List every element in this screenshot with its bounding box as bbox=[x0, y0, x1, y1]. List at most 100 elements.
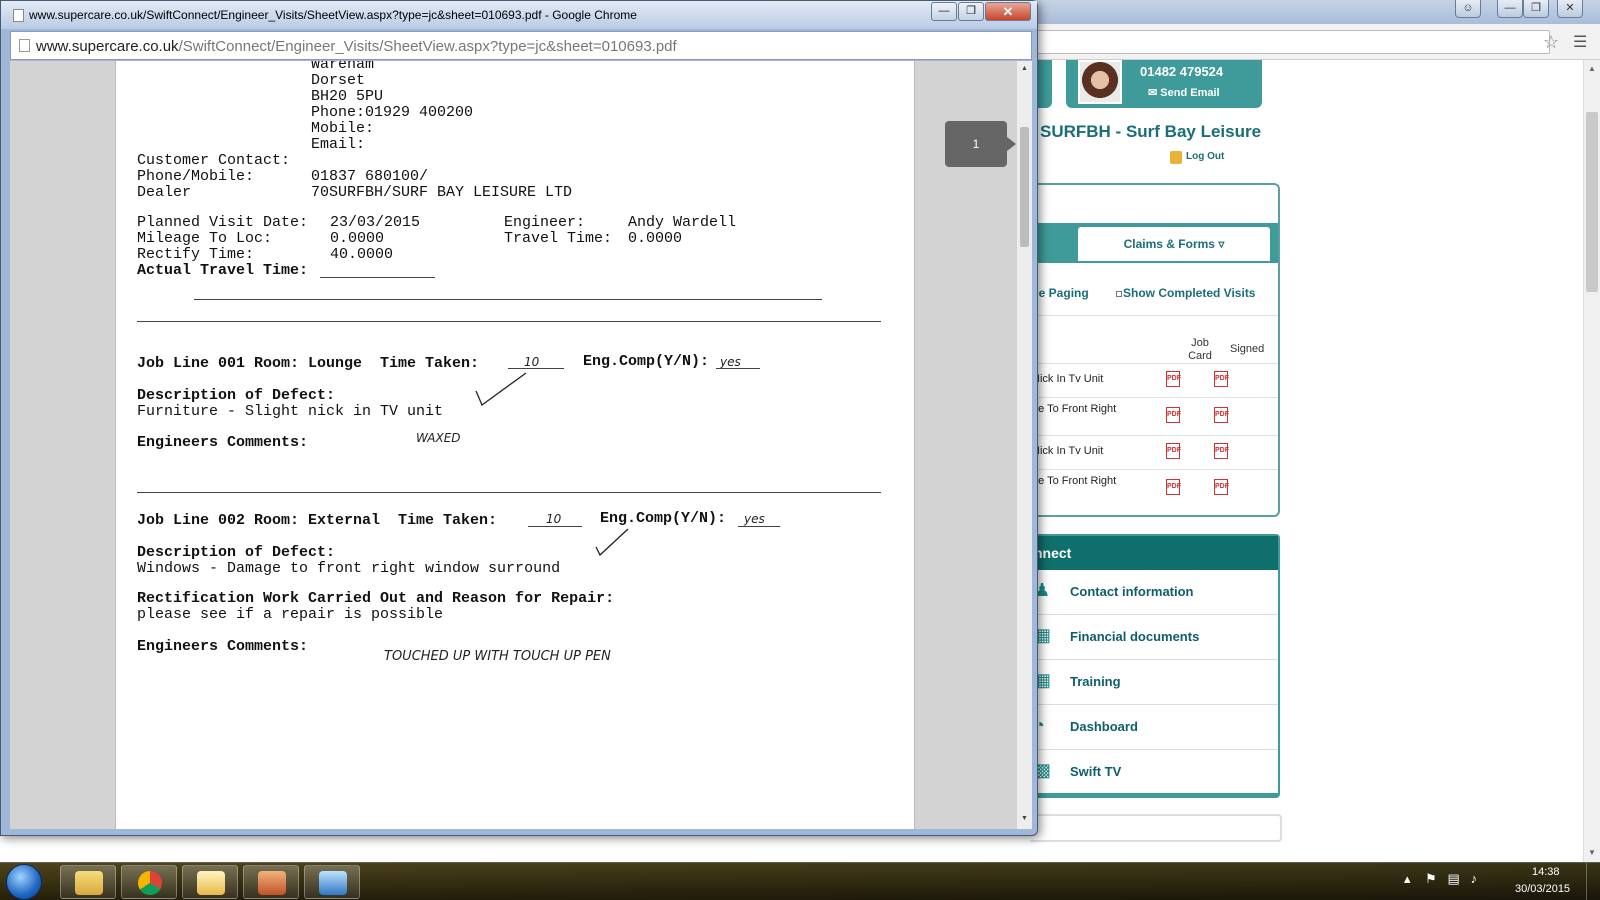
pdf-icon[interactable]: PDF bbox=[1214, 479, 1229, 495]
lock-icon[interactable] bbox=[1170, 151, 1182, 164]
logout-link[interactable]: Log Out bbox=[1186, 151, 1224, 162]
engineer-label: Engineer: bbox=[504, 214, 586, 231]
remote-desktop-icon bbox=[319, 871, 347, 895]
nav-financial-documents[interactable]: ▦ Financial documents bbox=[1030, 615, 1278, 660]
pdf-icon[interactable]: PDF bbox=[1214, 407, 1229, 423]
divider bbox=[137, 492, 881, 493]
taskbar-chrome[interactable] bbox=[121, 865, 177, 899]
url-path[interactable]: /SwiftConnect/Engineer_Visits/SheetView.… bbox=[179, 38, 677, 55]
popup-maximize-button[interactable]: ❐ bbox=[958, 2, 984, 21]
popup-url[interactable]: www.supercare.co.uk/SwiftConnect/Enginee… bbox=[36, 38, 677, 55]
system-tray[interactable]: ▴ ⚑ ▤ ♪ bbox=[1404, 871, 1477, 887]
rectify-value: 40.0000 bbox=[330, 246, 394, 263]
chrome-menu-icon[interactable]: ☰ bbox=[1573, 32, 1587, 52]
outlook-icon bbox=[197, 871, 225, 895]
tab-claims-forms[interactable]: Claims & Forms ▿ bbox=[1078, 227, 1270, 261]
connect-panel: nnect ♟ Contact information ▦ Financial … bbox=[1030, 534, 1280, 798]
pdf-icon[interactable]: PDF bbox=[1214, 371, 1229, 387]
job1-comments: WAXED bbox=[416, 431, 461, 445]
pdf-icon[interactable]: PDF bbox=[1166, 479, 1181, 495]
footer-box bbox=[1030, 814, 1282, 842]
start-button[interactable] bbox=[6, 864, 42, 900]
scroll-thumb[interactable] bbox=[1020, 127, 1029, 247]
background-address-bar[interactable] bbox=[1020, 30, 1550, 54]
close-button[interactable]: ✕ bbox=[1557, 0, 1583, 18]
row-label: Nick In Tv Unit bbox=[1032, 445, 1104, 457]
contacts-icon bbox=[258, 871, 286, 895]
job1-defect-label: Description of Defect: bbox=[137, 387, 336, 404]
nav-swift-tv[interactable]: ▩ Swift TV bbox=[1030, 750, 1278, 795]
popup-title: www.supercare.co.uk/SwiftConnect/Enginee… bbox=[29, 8, 637, 22]
mileage-label: Mileage To Loc: bbox=[137, 230, 273, 247]
tab-claims-forms-label[interactable]: Claims & Forms bbox=[1124, 237, 1215, 251]
taskbar-outlook[interactable] bbox=[182, 865, 238, 899]
nav-label[interactable]: Dashboard bbox=[1070, 719, 1138, 734]
send-email-label[interactable]: Send Email bbox=[1160, 87, 1219, 99]
planned-visit-value: 23/03/2015 bbox=[330, 214, 421, 231]
taskbar-contacts[interactable] bbox=[243, 865, 299, 899]
paging-link[interactable]: se Paging bbox=[1032, 286, 1089, 300]
show-completed-link[interactable]: Show Completed Visits bbox=[1113, 286, 1255, 300]
visits-panel: Claims & Forms ▿ se Paging Show Complete… bbox=[1030, 183, 1280, 517]
taskbar-remote-desktop[interactable] bbox=[304, 865, 360, 899]
signature-line bbox=[320, 277, 435, 278]
scroll-down-icon[interactable]: ▼ bbox=[1021, 815, 1028, 822]
show-desktop-button[interactable] bbox=[1586, 863, 1600, 900]
table-row: ge To Front Right PDF PDF bbox=[1030, 399, 1278, 435]
pdf-popup-window: www.supercare.co.uk/SwiftConnect/Enginee… bbox=[0, 0, 1038, 836]
pdf-icon[interactable]: PDF bbox=[1166, 407, 1181, 423]
popup-minimize-button[interactable]: — bbox=[931, 2, 957, 21]
pdf-viewer[interactable]: Wareham Dorset BH20 5PU Phone:01929 4002… bbox=[10, 61, 1032, 829]
clock-time[interactable]: 14:38 bbox=[1532, 866, 1560, 878]
address-line: Phone:01929 400200 bbox=[311, 104, 474, 121]
travel-time-label: Travel Time: bbox=[504, 230, 613, 247]
url-host[interactable]: www.supercare.co.uk bbox=[36, 38, 179, 55]
column-header-signed: Signed bbox=[1230, 343, 1265, 355]
pdf-scrollbar[interactable]: ▲ ▼ bbox=[1017, 61, 1032, 829]
show-hidden-icon[interactable]: ▴ bbox=[1404, 871, 1411, 886]
row-label: ge To Front Right bbox=[1032, 403, 1117, 415]
company-name: SURFBH - Surf Bay Leisure bbox=[1040, 122, 1262, 141]
minimize-button[interactable]: — bbox=[1497, 0, 1523, 18]
file-explorer-icon bbox=[75, 871, 103, 895]
dealer-label: Dealer bbox=[137, 184, 192, 201]
job2-eng-comp: yes bbox=[744, 512, 765, 526]
pdf-icon[interactable]: PDF bbox=[1214, 443, 1229, 459]
divider bbox=[194, 299, 822, 300]
network-icon[interactable]: ▤ bbox=[1447, 871, 1459, 886]
volume-icon[interactable]: ♪ bbox=[1471, 871, 1478, 886]
fill-line bbox=[738, 526, 780, 527]
nav-training[interactable]: ▦ Training bbox=[1030, 660, 1278, 705]
pdf-icon[interactable]: PDF bbox=[1166, 371, 1181, 387]
clock-date[interactable]: 30/03/2015 bbox=[1515, 883, 1570, 895]
send-email-link[interactable]: ✉ Send Email bbox=[1148, 86, 1220, 99]
chevron-down-icon[interactable]: ▿ bbox=[1218, 237, 1224, 251]
connect-heading: nnect bbox=[1030, 536, 1278, 570]
page-scrollbar[interactable]: ▲ ▼ bbox=[1583, 60, 1600, 862]
nav-dashboard[interactable]: ◔ Dashboard bbox=[1030, 705, 1278, 750]
popup-address-bar[interactable]: www.supercare.co.uk/SwiftConnect/Enginee… bbox=[10, 31, 1032, 60]
job2-rectification-label: Rectification Work Carried Out and Reaso… bbox=[137, 590, 615, 607]
pdf-icon[interactable]: PDF bbox=[1166, 443, 1181, 459]
nav-contact-information[interactable]: ♟ Contact information bbox=[1030, 570, 1278, 615]
taskbar: ▴ ⚑ ▤ ♪ 14:38 30/03/2015 bbox=[0, 862, 1600, 900]
action-center-flag-icon[interactable]: ⚑ bbox=[1425, 871, 1437, 886]
job1-eng-comp-label: Eng.Comp(Y/N): bbox=[583, 353, 710, 370]
nav-label[interactable]: Financial documents bbox=[1070, 629, 1199, 644]
scroll-up-icon[interactable]: ▲ bbox=[1021, 65, 1028, 72]
maximize-button[interactable]: ❐ bbox=[1523, 0, 1549, 18]
popup-close-button[interactable]: ✕ bbox=[985, 2, 1031, 21]
popup-title-bar[interactable]: www.supercare.co.uk/SwiftConnect/Enginee… bbox=[1, 1, 1037, 29]
nav-label[interactable]: Training bbox=[1070, 674, 1121, 689]
actual-travel-label: Actual Travel Time: bbox=[137, 262, 309, 279]
bookmark-star-icon[interactable]: ☆ bbox=[1543, 32, 1559, 53]
user-icon[interactable]: ☺ bbox=[1455, 0, 1481, 18]
taskbar-explorer[interactable] bbox=[60, 865, 116, 899]
nav-label[interactable]: Contact information bbox=[1070, 584, 1194, 599]
nav-label[interactable]: Swift TV bbox=[1070, 764, 1121, 779]
show-completed-label[interactable]: Show Completed Visits bbox=[1123, 286, 1255, 300]
job1-eng-comp: yes bbox=[720, 355, 741, 369]
check-mark-icon bbox=[475, 372, 527, 407]
contact-phone: 01482 479524 bbox=[1140, 64, 1224, 79]
job1-time-taken: 10 bbox=[524, 355, 540, 369]
